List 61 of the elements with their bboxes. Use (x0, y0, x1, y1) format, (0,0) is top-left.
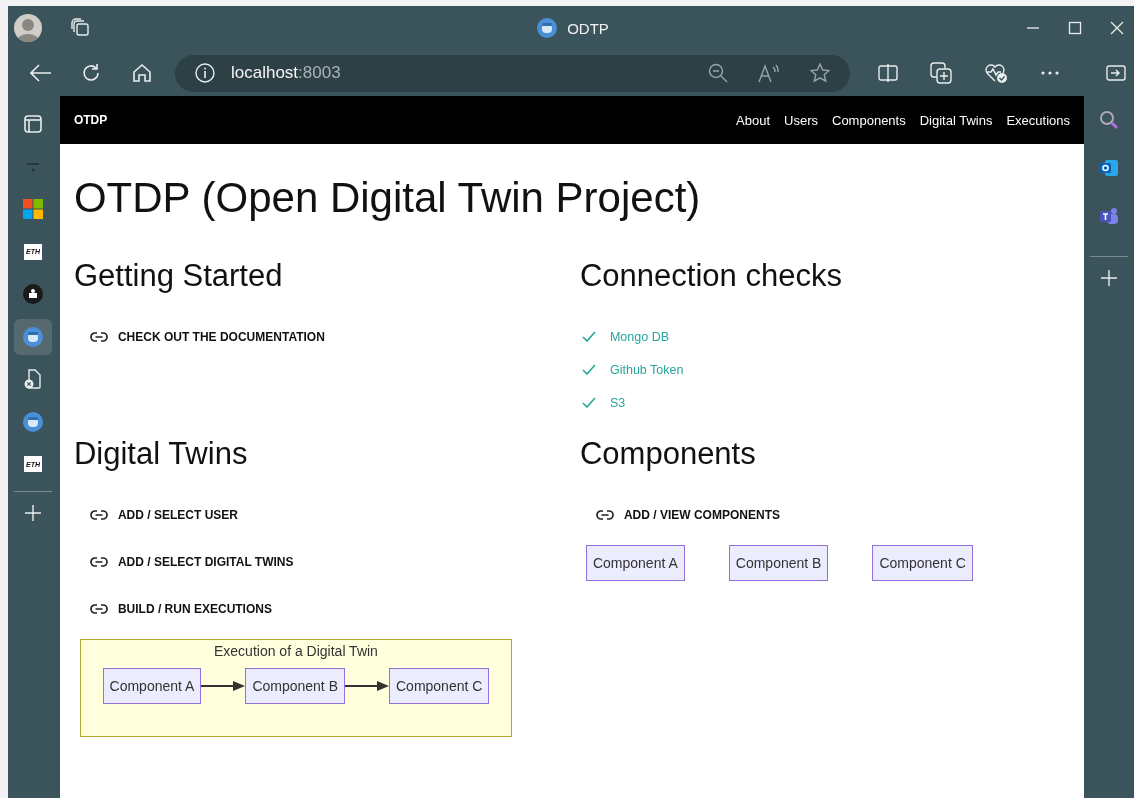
nav-link[interactable]: Components (832, 112, 906, 128)
mail-app-icon[interactable] (1099, 158, 1119, 178)
windows-logo-icon[interactable] (22, 199, 43, 219)
read-aloud-icon[interactable] (758, 63, 780, 83)
nav-link[interactable]: Digital Twins (919, 112, 993, 128)
add-tab-icon[interactable] (23, 503, 42, 522)
panel-icon[interactable] (23, 115, 42, 133)
file-error-icon[interactable] (23, 369, 42, 389)
tabs-icon[interactable] (70, 18, 90, 38)
section-heading: Digital Twins (73, 436, 249, 472)
sidebar-toggle-icon[interactable] (1106, 65, 1126, 81)
back-icon[interactable] (30, 64, 53, 82)
zoom-out-icon[interactable] (708, 63, 728, 83)
diagram-node: Component B (245, 668, 345, 704)
link-button[interactable]: ADD / SELECT DIGITAL TWINS (73, 545, 310, 579)
close-icon[interactable] (1110, 21, 1124, 35)
link-icon (89, 604, 108, 614)
link-button[interactable]: CHECK OUT THE DOCUMENTATION (73, 320, 341, 354)
diagram-node: Component A (102, 668, 202, 704)
vertical-tab[interactable] (13, 318, 52, 355)
link-button[interactable]: BUILD / RUN EXECUTIONS (73, 592, 288, 626)
link-button[interactable]: ADD / VIEW COMPONENTS (579, 498, 796, 532)
link-icon (89, 510, 108, 520)
home-icon[interactable] (131, 63, 152, 83)
profile-avatar[interactable] (14, 14, 42, 42)
section-heading: Connection checks (579, 258, 843, 294)
link-icon (89, 557, 108, 567)
check-label: Github Token (609, 362, 684, 377)
info-icon[interactable] (195, 63, 215, 83)
split-screen-icon[interactable] (878, 63, 898, 83)
brand-name[interactable]: OTDP (73, 113, 737, 127)
address-bar[interactable]: localhost:8003 (175, 54, 850, 92)
diagram-title: Execution of a Digital Twin (213, 643, 378, 659)
collections-icon[interactable] (930, 62, 952, 84)
nav-link[interactable]: About (736, 112, 771, 128)
check-label: S3 (609, 395, 626, 410)
link-icon (89, 332, 108, 342)
component-node: Component B (728, 545, 829, 581)
check-label: Mongo DB (609, 329, 669, 344)
window-title: ODTP (567, 19, 609, 37)
nav-link[interactable]: Users (784, 112, 818, 128)
component-node: Component A (585, 545, 685, 581)
page-title: OTDP (Open Digital Twin Project) (73, 174, 702, 222)
link-button[interactable]: ADD / SELECT USER (73, 498, 254, 532)
star-icon[interactable] (810, 63, 830, 83)
search-icon[interactable] (1099, 110, 1119, 130)
more-icon[interactable] (1040, 70, 1060, 76)
section-heading: Components (579, 436, 757, 472)
diagram-node: Component C (389, 668, 490, 704)
arrow-icon (201, 680, 246, 692)
refresh-icon[interactable] (81, 63, 102, 83)
chat-app-icon[interactable] (1099, 206, 1119, 226)
component-node: Component C (872, 545, 973, 581)
section-heading: Getting Started (73, 258, 284, 294)
arrow-icon (345, 680, 389, 692)
maximize-icon[interactable] (1068, 21, 1082, 35)
favicon-icon (537, 18, 558, 38)
heart-check-icon[interactable] (984, 62, 1008, 84)
nav-link[interactable]: Executions (1006, 112, 1071, 128)
link-icon (595, 510, 614, 520)
add-icon[interactable] (1100, 269, 1118, 287)
